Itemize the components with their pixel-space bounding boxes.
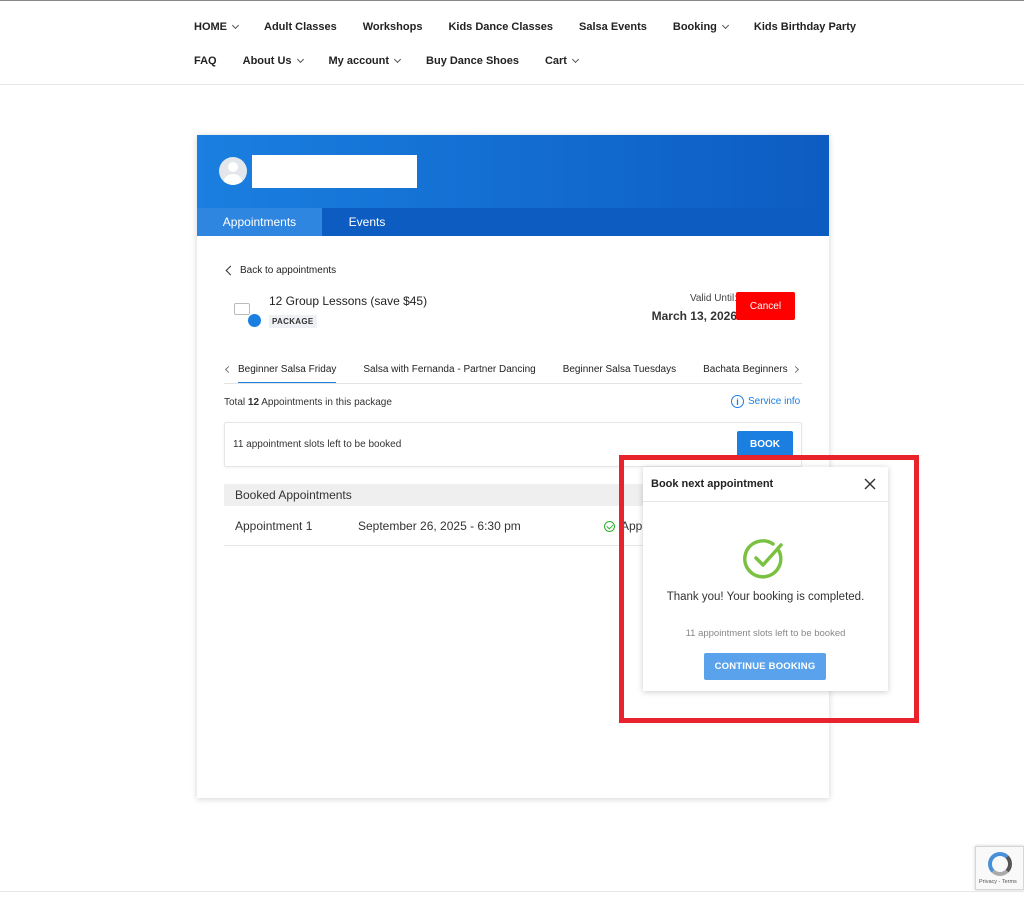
valid-until-date: March 13, 2026 bbox=[651, 309, 737, 323]
service-info-link[interactable]: i Service info bbox=[731, 395, 800, 408]
footer-divider bbox=[0, 891, 1024, 892]
chevron-left-icon bbox=[225, 265, 236, 276]
back-label: Back to appointments bbox=[240, 265, 337, 276]
close-icon[interactable] bbox=[862, 476, 878, 492]
nav-item-label: Booking bbox=[672, 21, 717, 33]
book-button[interactable]: BOOK bbox=[737, 431, 793, 458]
package-color-dot bbox=[248, 314, 261, 327]
customer-name-box bbox=[252, 155, 417, 188]
nav-item-home[interactable]: HOME bbox=[194, 21, 240, 33]
nav-item-label: About Us bbox=[242, 55, 292, 67]
success-check-icon bbox=[743, 539, 783, 579]
avatar bbox=[219, 157, 247, 185]
recaptcha-badge[interactable]: Privacy - Terms bbox=[975, 846, 1024, 890]
chevron-down-icon bbox=[571, 55, 580, 64]
package-badge: PACKAGE bbox=[269, 315, 317, 328]
nav-item-label: Adult Classes bbox=[264, 21, 337, 33]
nav-item-salsa-events[interactable]: Salsa Events bbox=[579, 21, 647, 33]
nav-item-buy-dance-shoes[interactable]: Buy Dance Shoes bbox=[426, 55, 519, 67]
package-image bbox=[234, 303, 250, 315]
nav-item-label: Kids Birthday Party bbox=[753, 21, 856, 33]
total-count: 12 bbox=[247, 397, 260, 408]
nav-item-label: Cart bbox=[544, 55, 567, 67]
chevron-down-icon bbox=[721, 21, 729, 30]
service-info-label: Service info bbox=[748, 396, 801, 407]
profile-header bbox=[197, 135, 829, 208]
check-circle-icon bbox=[604, 520, 615, 532]
nav-item-label: HOME bbox=[194, 21, 227, 33]
nav-item-booking[interactable]: Booking bbox=[672, 21, 729, 33]
slots-left-text: 11 appointment slots left to be booked bbox=[233, 439, 402, 450]
recaptcha-logo-icon bbox=[988, 852, 1012, 876]
service-tab-beginner-salsa-friday[interactable]: Beginner Salsa Friday bbox=[238, 360, 337, 383]
back-to-appointments-link[interactable]: Back to appointments bbox=[225, 265, 337, 276]
nav-item-cart[interactable]: Cart bbox=[544, 55, 580, 67]
dialog-header: Book next appointment bbox=[643, 467, 888, 502]
nav-item-kids-birthday-party[interactable]: Kids Birthday Party bbox=[754, 21, 856, 33]
total-appointments: Total 12 Appointments in this package bbox=[224, 397, 392, 408]
chevron-down-icon bbox=[393, 55, 402, 64]
valid-until-label: Valid Until: bbox=[689, 293, 737, 304]
nav-item-adult-classes[interactable]: Adult Classes bbox=[264, 21, 337, 33]
service-tabs: Beginner Salsa Friday Salsa with Fernanda… bbox=[224, 360, 802, 384]
cancel-button[interactable]: Cancel bbox=[736, 292, 795, 320]
nav-row-2: FAQ About Us My account Buy Dance Shoes Cart bbox=[194, 51, 604, 71]
nav-item-workshops[interactable]: Workshops bbox=[363, 21, 423, 33]
appointment-name: Appointment 1 bbox=[235, 519, 313, 533]
nav-row-1: HOME Adult Classes Workshops Kids Dance Cla… bbox=[194, 17, 882, 37]
book-next-appointment-dialog: Book next appointment Thank you! Your bo… bbox=[643, 467, 888, 691]
nav-item-label: Buy Dance Shoes bbox=[426, 55, 519, 67]
tab-events[interactable]: Events bbox=[322, 208, 412, 236]
nav-item-label: Workshops bbox=[362, 21, 423, 33]
avatar-body bbox=[223, 174, 243, 185]
slots-panel: 11 appointment slots left to be booked B… bbox=[224, 422, 802, 467]
appointment-status-text: App bbox=[621, 519, 643, 533]
nav-item-kids-dance-classes[interactable]: Kids Dance Classes bbox=[448, 21, 553, 33]
nav-item-faq[interactable]: FAQ bbox=[194, 55, 217, 67]
continue-booking-button[interactable]: CONTINUE BOOKING bbox=[704, 653, 826, 680]
info-icon: i bbox=[731, 395, 744, 408]
appointment-status: App bbox=[604, 519, 642, 533]
main-navigation: HOME Adult Classes Workshops Kids Dance Cla… bbox=[0, 1, 1024, 85]
service-tab-salsa-with-fernanda-partner-dancing[interactable]: Salsa with Fernanda - Partner Dancing bbox=[363, 360, 535, 383]
service-tab-bachata-beginners-th[interactable]: Bachata Beginners Th bbox=[703, 360, 790, 383]
nav-item-label: FAQ bbox=[194, 55, 217, 67]
nav-item-label: My account bbox=[328, 55, 390, 67]
panel-tabs: Appointments Events bbox=[197, 208, 829, 236]
chevron-right-icon[interactable] bbox=[791, 365, 800, 374]
chevron-down-icon bbox=[296, 55, 304, 64]
chevron-left-icon[interactable] bbox=[224, 365, 233, 374]
total-prefix: Total bbox=[224, 397, 248, 408]
slots-left-note: 11 appointment slots left to be booked bbox=[685, 628, 846, 639]
tab-appointments[interactable]: Appointments bbox=[197, 208, 322, 236]
nav-item-about-us[interactable]: About Us bbox=[242, 55, 304, 67]
chevron-down-icon bbox=[231, 21, 240, 30]
service-tab-track: Beginner Salsa Friday Salsa with Fernanda… bbox=[238, 360, 790, 383]
nav-item-label: Kids Dance Classes bbox=[448, 21, 554, 33]
dialog-title: Book next appointment bbox=[651, 478, 774, 490]
package-icon bbox=[232, 300, 262, 330]
nav-item-label: Salsa Events bbox=[579, 21, 647, 33]
nav-item-my-account[interactable]: My account bbox=[328, 55, 402, 67]
total-suffix: Appointments in this package bbox=[259, 397, 392, 408]
recaptcha-terms: Privacy - Terms bbox=[979, 879, 1017, 885]
package-title: 12 Group Lessons (save $45) bbox=[269, 294, 428, 308]
avatar-head bbox=[228, 162, 238, 172]
booking-completed-message: Thank you! Your booking is completed. bbox=[666, 591, 865, 603]
appointment-date: September 26, 2025 - 6:30 pm bbox=[358, 519, 521, 533]
service-tab-beginner-salsa-tuesdays[interactable]: Beginner Salsa Tuesdays bbox=[563, 360, 676, 383]
